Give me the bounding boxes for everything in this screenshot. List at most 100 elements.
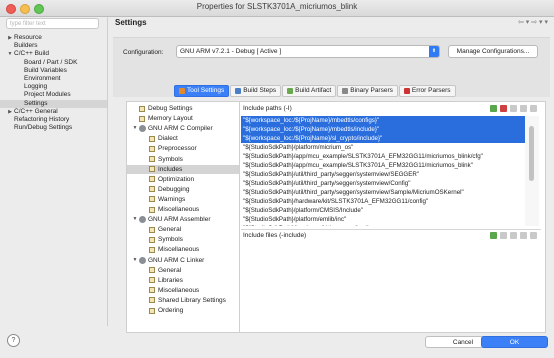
folder-icon xyxy=(149,166,155,173)
include-path-row[interactable]: "${StudioSdkPath}/hardware/kit/SLSTK3701… xyxy=(241,197,525,206)
help-icon[interactable]: ? xyxy=(7,334,20,347)
tool-tree-item[interactable]: Symbols xyxy=(127,155,239,164)
tool-tree-item[interactable]: Memory Layout xyxy=(127,114,239,123)
include-path-row[interactable]: "${workspace_loc:/${ProjName}/sl_crypto/… xyxy=(241,134,525,143)
sidebar-item-label: Project Modules xyxy=(24,91,71,99)
sidebar-item[interactable]: Project Modules xyxy=(0,91,107,99)
chevron-down-icon[interactable]: ⬍ xyxy=(429,46,439,57)
tree-arrow-icon[interactable]: ▼ xyxy=(131,215,139,224)
tool-tree-item[interactable]: Symbols xyxy=(127,235,239,244)
include-path-row[interactable]: "${StudioSdkPath}/util/third_party/segge… xyxy=(241,170,525,179)
configuration-select[interactable]: GNU ARM v7.2.1 - Debug [ Active ] ⬍ xyxy=(176,45,440,58)
move-down-icon[interactable] xyxy=(530,105,537,112)
tool-tree-item[interactable]: Debugging xyxy=(127,185,239,194)
tool-tree-item[interactable]: ▼ GNU ARM C Compiler xyxy=(127,124,239,133)
edit-path-icon[interactable] xyxy=(510,105,517,112)
sidebar-item[interactable]: Builders xyxy=(0,42,107,50)
tool-tree-item[interactable]: General xyxy=(127,266,239,275)
tab-error-parsers[interactable]: Error Parsers xyxy=(398,85,456,97)
tab-build-steps[interactable]: Build Steps xyxy=(230,85,282,97)
sidebar-item-label: C/C++ Build xyxy=(14,50,50,58)
configuration-value: GNU ARM v7.2.1 - Debug [ Active ] xyxy=(180,48,282,55)
manage-configurations-button[interactable]: Manage Configurations... xyxy=(448,45,538,58)
tool-tree-item[interactable]: Miscellaneous xyxy=(127,286,239,295)
sidebar-item[interactable]: Board / Part / SDK xyxy=(0,59,107,67)
sidebar-item[interactable]: Build Variables xyxy=(0,67,107,75)
tab-icon xyxy=(403,88,410,94)
tree-arrow-icon[interactable]: ▼ xyxy=(131,256,139,265)
include-path-row[interactable]: "${StudioSdkPath}/app/mcu_example/SLSTK3… xyxy=(241,152,525,161)
folder-icon xyxy=(149,277,155,284)
tool-tree-label: General xyxy=(158,226,182,234)
include-path-row[interactable]: "${StudioSdkPath}/hardware/kit/common/bs… xyxy=(241,224,525,226)
tab-build-artifact[interactable]: Build Artifact xyxy=(282,85,337,97)
tool-tree-item[interactable]: Miscellaneous xyxy=(127,205,239,214)
include-path-row[interactable]: "${StudioSdkPath}/app/mcu_example/SLSTK3… xyxy=(241,161,525,170)
tool-tree-item[interactable]: Warnings xyxy=(127,195,239,204)
folder-icon xyxy=(149,176,155,183)
title-bar: Properties for SLSTK3701A_micriumos_blin… xyxy=(0,0,554,17)
tab-label: Binary Parsers xyxy=(350,87,393,94)
tab-binary-parsers[interactable]: Binary Parsers xyxy=(337,85,398,97)
tool-tree-item[interactable]: Ordering xyxy=(127,306,239,315)
tree-arrow-icon[interactable]: ▼ xyxy=(131,124,139,133)
tool-tree-item[interactable]: Optimization xyxy=(127,175,239,184)
sidebar-item[interactable]: ▶ Resource xyxy=(0,34,107,42)
tool-tree-label: Debug Settings xyxy=(148,105,193,112)
tree-arrow-icon[interactable]: ▼ xyxy=(6,50,14,58)
include-path-row[interactable]: "${StudioSdkPath}/util/third_party/segge… xyxy=(241,188,525,197)
scrollbar-thumb[interactable] xyxy=(529,126,534,181)
sidebar: type filter text ▶ Resource Builders ▼ C/C++… xyxy=(0,17,108,326)
include-paths-list[interactable]: "${workspace_loc:/${ProjName}/mbedtls/co… xyxy=(241,116,525,226)
move-up-icon[interactable] xyxy=(520,105,527,112)
tree-arrow-icon[interactable]: ▶ xyxy=(6,108,14,116)
move-up-file-icon[interactable] xyxy=(520,232,527,239)
tool-tree-item[interactable]: Includes xyxy=(127,164,239,174)
sidebar-item[interactable]: Refactoring History xyxy=(0,116,107,124)
tool-tree-label: GNU ARM Assembler xyxy=(148,216,211,224)
include-files-label: Include files (-include) xyxy=(243,232,307,239)
tool-tree-item[interactable]: Shared Library Settings xyxy=(127,296,239,305)
include-path-row[interactable]: "${StudioSdkPath}/platform/emlib/inc" xyxy=(241,215,525,224)
tree-arrow-icon[interactable]: ▶ xyxy=(6,34,14,42)
sidebar-item-label: Environment xyxy=(24,75,61,82)
folder-icon xyxy=(149,297,155,304)
ok-button[interactable]: OK xyxy=(481,336,548,348)
tool-tree-item[interactable]: Miscellaneous xyxy=(127,245,239,254)
add-path-icon[interactable] xyxy=(490,105,497,112)
include-paths-section: Include paths (-I) "${workspace_loc:/${P… xyxy=(241,103,543,331)
tool-tree-item[interactable]: ▼ GNU ARM C Linker xyxy=(127,256,239,265)
include-path-row[interactable]: "${workspace_loc:/${ProjName}/mbedtls/in… xyxy=(241,125,525,134)
tool-tree-label: Ordering xyxy=(158,307,184,314)
sidebar-item[interactable]: Logging xyxy=(0,83,107,91)
include-files-header: Include files (-include) xyxy=(243,230,543,242)
sidebar-item[interactable]: ▼ C/C++ Build xyxy=(0,50,107,58)
tab-tool-settings[interactable]: Tool Settings xyxy=(174,85,230,97)
include-path-row[interactable]: "${StudioSdkPath}/platform/micrium_os" xyxy=(241,143,525,152)
sidebar-item[interactable]: Environment xyxy=(0,75,107,83)
delete-file-icon[interactable] xyxy=(500,232,507,239)
tool-tree-item[interactable]: Dialect xyxy=(127,134,239,143)
sidebar-item-label: Board / Part / SDK xyxy=(24,58,78,66)
tool-tree-item[interactable]: Libraries xyxy=(127,276,239,285)
tool-tree-item[interactable]: Preprocessor xyxy=(127,144,239,153)
include-path-row[interactable]: "${StudioSdkPath}/util/third_party/segge… xyxy=(241,179,525,188)
tool-tree-label: Preprocessor xyxy=(158,145,197,153)
move-down-file-icon[interactable] xyxy=(530,232,537,239)
include-paths-label: Include paths (-I) xyxy=(243,105,292,112)
tool-tree-item[interactable]: ▼ GNU ARM Assembler xyxy=(127,215,239,224)
filter-input[interactable]: type filter text xyxy=(6,18,99,29)
gear-icon xyxy=(139,216,146,224)
tool-tree-item[interactable]: General xyxy=(127,225,239,234)
sidebar-item[interactable]: Settings xyxy=(0,99,107,108)
include-paths-scrollbar[interactable] xyxy=(525,116,539,226)
include-path-row[interactable]: "${StudioSdkPath}/platform/CMSIS/Include… xyxy=(241,206,525,215)
sidebar-item[interactable]: Run/Debug Settings xyxy=(0,124,107,132)
delete-path-icon[interactable] xyxy=(500,105,507,112)
edit-file-icon[interactable] xyxy=(510,232,517,239)
add-file-icon[interactable] xyxy=(490,232,497,239)
sidebar-item[interactable]: ▶ C/C++ General xyxy=(0,108,107,116)
navigation-arrows-icon[interactable]: ⇦ ▾ ⇨ ▾ ▾ xyxy=(518,18,548,26)
tool-tree-item[interactable]: Debug Settings xyxy=(127,104,239,113)
include-path-row[interactable]: "${workspace_loc:/${ProjName}/mbedtls/co… xyxy=(241,116,525,125)
